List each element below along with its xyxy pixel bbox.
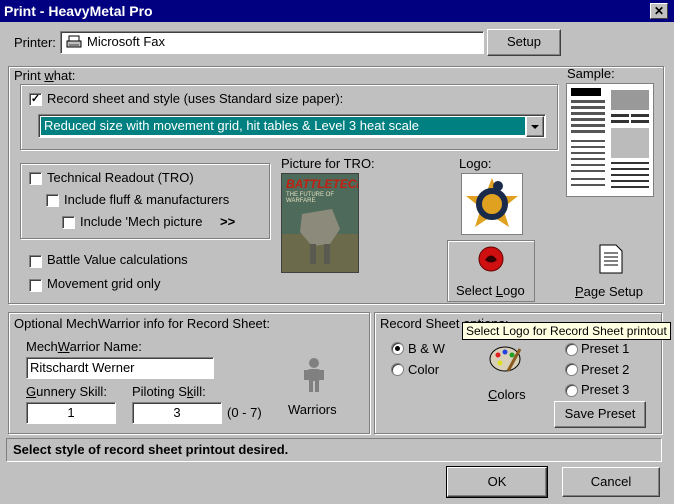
- window-title: Print - HeavyMetal Pro: [4, 3, 153, 19]
- preset3-label: Preset 3: [581, 382, 630, 397]
- picture-for-tro-label: Picture for TRO:: [281, 156, 375, 171]
- close-icon: ✕: [653, 4, 665, 18]
- mech-picture-checkbox[interactable]: [62, 216, 75, 229]
- piloting-label: Piloting Skill:: [132, 384, 206, 399]
- sample-label: Sample:: [567, 66, 615, 81]
- tro-label: Technical Readout (TRO): [47, 170, 194, 185]
- battletech-image[interactable]: BATTLETECH THE FUTURE OF WARFARE: [281, 173, 359, 273]
- bw-label: B & W: [408, 341, 445, 356]
- mechwarrior-name-value: Ritschardt Werner: [30, 360, 135, 375]
- mechwarrior-name-label: MechWarrior Name:: [26, 339, 142, 354]
- fluff-checkbox[interactable]: [46, 194, 59, 207]
- warriors-label[interactable]: Warriors: [288, 402, 337, 417]
- more-button[interactable]: >>: [220, 214, 235, 229]
- warrior-icon[interactable]: [302, 357, 326, 396]
- setup-button[interactable]: Setup: [487, 29, 561, 56]
- style-select-value: Reduced size with movement grid, hit tab…: [41, 117, 525, 135]
- tro-image-subtitle: THE FUTURE OF WARFARE: [286, 192, 334, 204]
- select-logo-label: Select Logo: [456, 283, 525, 298]
- printer-label: Printer:: [14, 35, 56, 50]
- status-text: Select style of record sheet printout de…: [13, 442, 289, 457]
- logo-image: [461, 173, 523, 235]
- movement-grid-checkbox[interactable]: [29, 279, 42, 292]
- battle-value-label: Battle Value calculations: [47, 252, 188, 267]
- color-label: Color: [408, 362, 440, 377]
- chevron-down-icon[interactable]: [526, 116, 544, 137]
- preset2-radio[interactable]: [565, 363, 578, 376]
- record-sheet-checkbox[interactable]: ✓: [29, 93, 42, 106]
- page-setup-icon[interactable]: [596, 243, 624, 278]
- page-setup-button[interactable]: Page Setup: [575, 284, 643, 299]
- sample-thumbnail: [566, 83, 654, 197]
- mechwarrior-title: Optional MechWarrior info for Record She…: [12, 316, 273, 331]
- gunnery-label: Gunnery Skill:: [26, 384, 107, 399]
- fluff-label: Include fluff & manufacturers: [64, 192, 230, 207]
- preset2-label: Preset 2: [581, 362, 630, 377]
- preset1-radio[interactable]: [565, 343, 578, 356]
- bw-radio[interactable]: [391, 342, 404, 355]
- close-button[interactable]: ✕: [650, 3, 668, 19]
- preset1-label: Preset 1: [581, 341, 630, 356]
- select-logo-button[interactable]: Select Logo: [447, 240, 535, 302]
- printer-field[interactable]: Microsoft Fax: [60, 31, 484, 54]
- colors-label[interactable]: Colors: [488, 387, 526, 402]
- piloting-input[interactable]: 3: [132, 402, 222, 424]
- movement-grid-label: Movement grid only: [47, 276, 161, 291]
- mech-picture-label: Include 'Mech picture: [80, 214, 203, 229]
- select-logo-icon: [477, 245, 505, 276]
- palette-icon[interactable]: [488, 343, 524, 378]
- tro-checkbox[interactable]: [29, 172, 42, 185]
- cancel-button[interactable]: Cancel: [562, 467, 660, 497]
- mechwarrior-name-input[interactable]: Ritschardt Werner: [26, 357, 214, 379]
- tro-image-title: BATTLETECH: [286, 177, 359, 191]
- printer-icon: [66, 35, 82, 52]
- battle-value-checkbox[interactable]: [29, 255, 42, 268]
- gunnery-input[interactable]: 1: [26, 402, 116, 424]
- status-bar: Select style of record sheet printout de…: [6, 438, 662, 462]
- ok-button[interactable]: OK: [446, 466, 548, 498]
- print-what-title: Print what:: [14, 68, 76, 83]
- logo-label: Logo:: [459, 156, 492, 171]
- preset3-radio[interactable]: [565, 384, 578, 397]
- style-select[interactable]: Reduced size with movement grid, hit tab…: [38, 114, 546, 138]
- printer-value: Microsoft Fax: [87, 34, 166, 49]
- skill-range: (0 - 7): [227, 405, 262, 420]
- record-sheet-label: Record sheet and style (uses Standard si…: [47, 91, 344, 106]
- save-preset-button[interactable]: Save Preset: [554, 401, 646, 428]
- title-bar: Print - HeavyMetal Pro ✕: [0, 0, 674, 22]
- color-radio[interactable]: [391, 363, 404, 376]
- select-logo-tooltip: Select Logo for Record Sheet printout: [462, 322, 671, 340]
